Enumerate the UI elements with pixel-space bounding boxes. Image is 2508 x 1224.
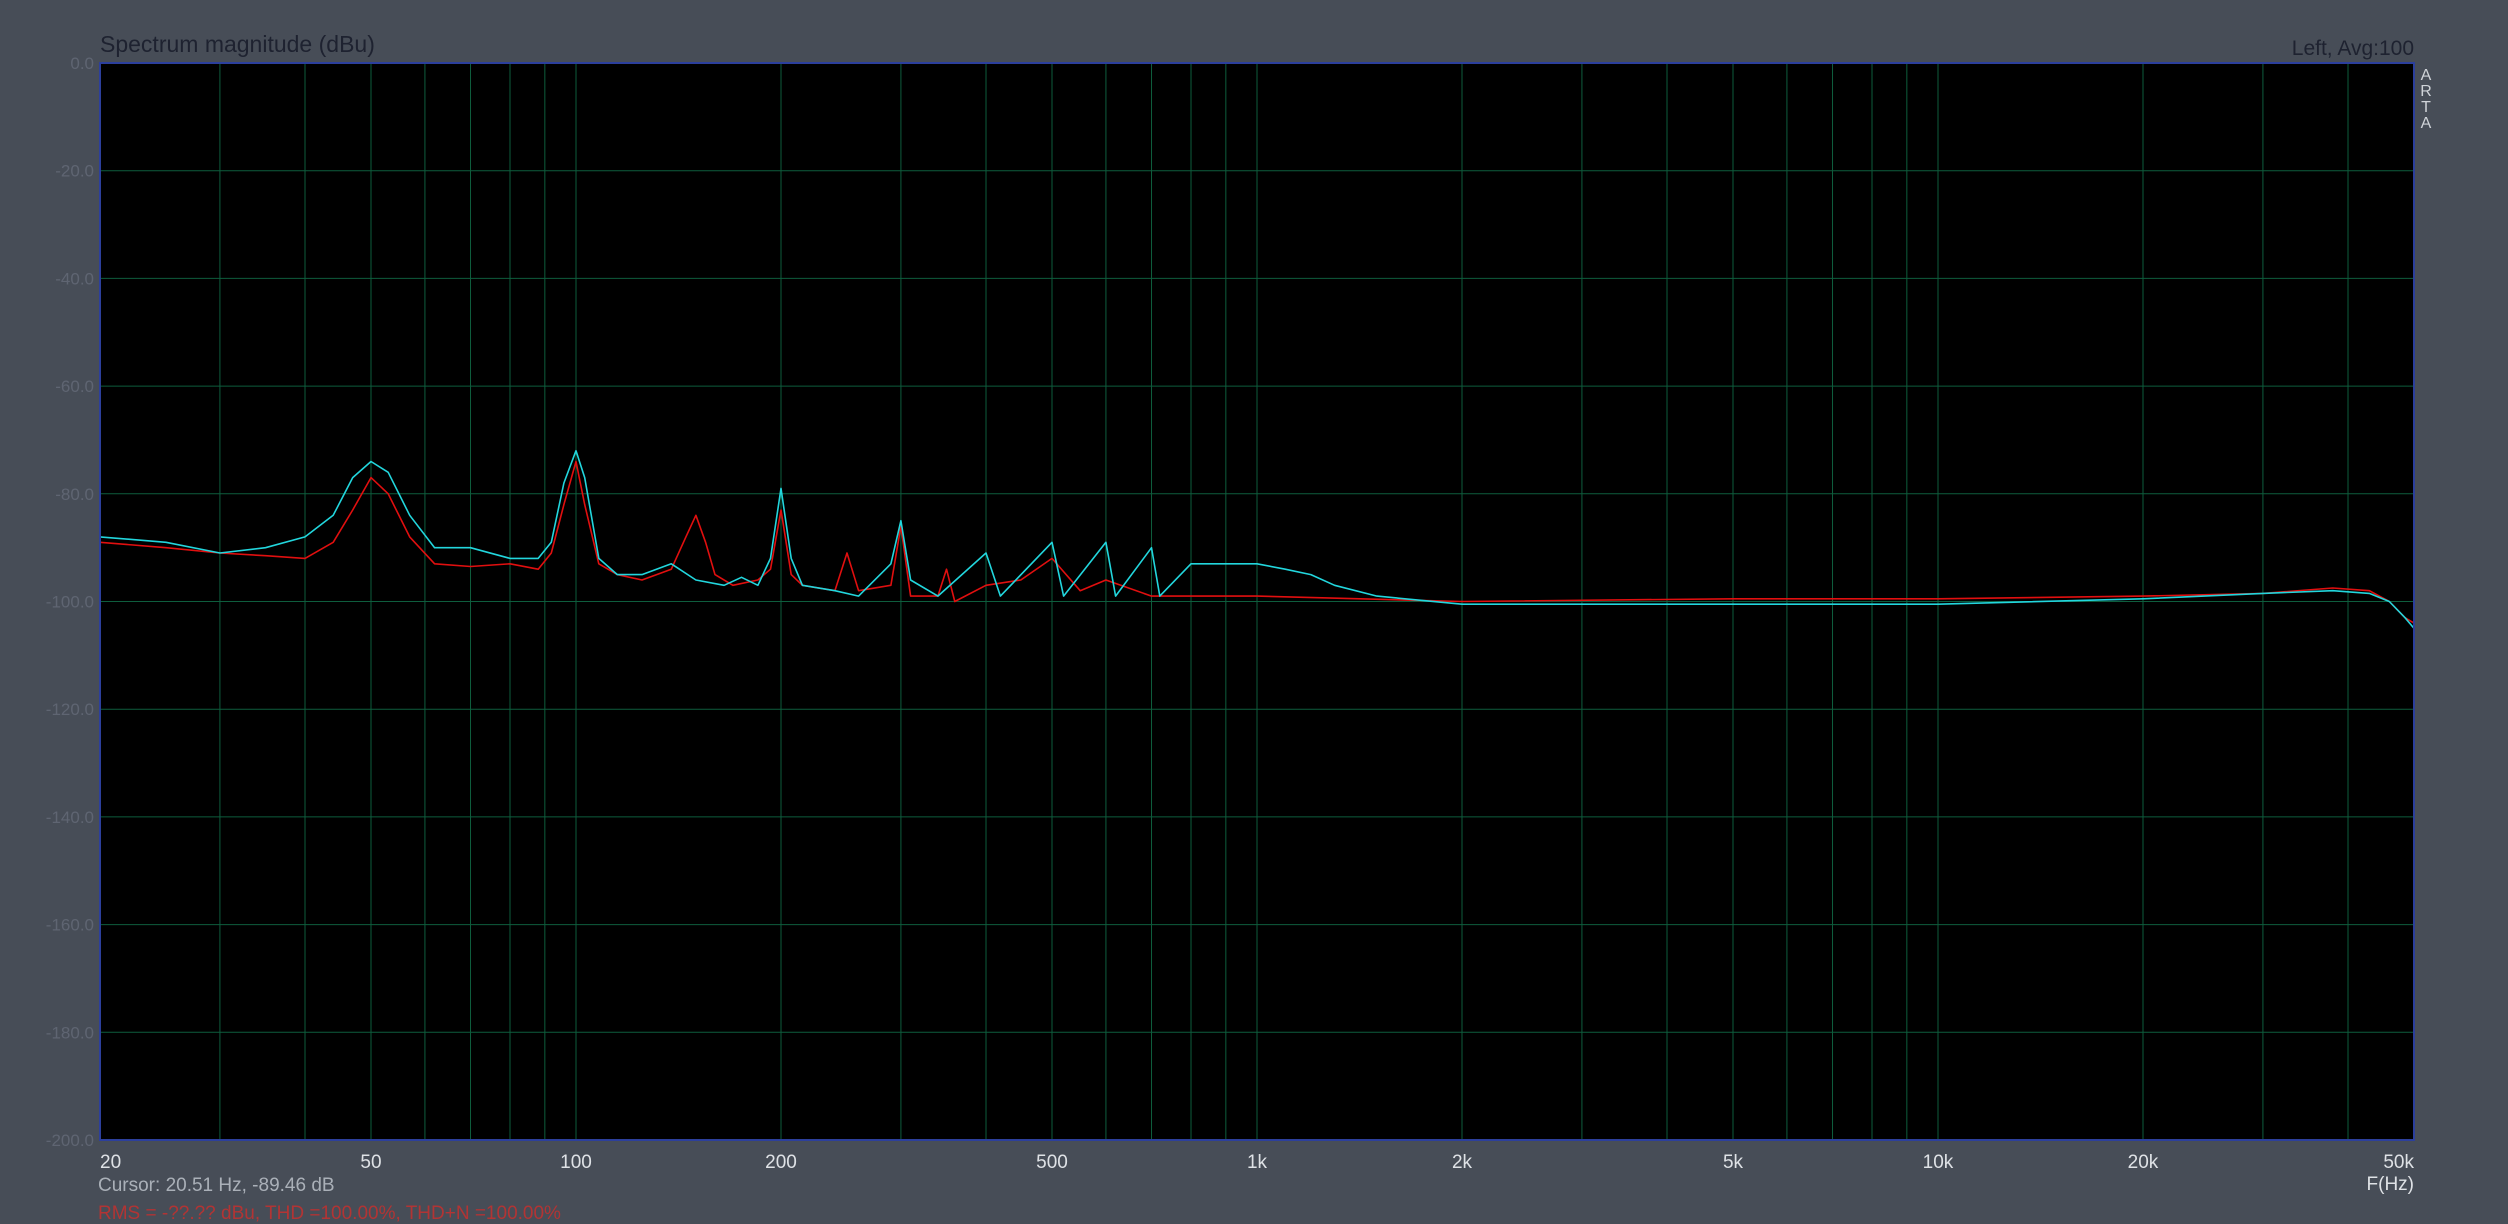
- x-tick-label: 50: [360, 1152, 381, 1173]
- side-label-letter: T: [2421, 99, 2431, 116]
- chart-title: Spectrum magnitude (dBu): [100, 31, 375, 57]
- side-label-letter: A: [2421, 115, 2432, 132]
- x-tick-label: 100: [560, 1152, 592, 1173]
- side-label-letter: A: [2421, 67, 2432, 84]
- x-tick-label: 10k: [1923, 1152, 1954, 1173]
- y-axis-ticks: 0.0 -20.0 -40.0 -60.0 -80.0 -100.0 -120.0 -140.…: [46, 54, 94, 1150]
- x-axis-ticks: 20 50 100 200 500 1k 2k 5k 10k 20k 50k: [100, 1152, 2414, 1173]
- y-tick-label: -200.0: [46, 1131, 94, 1150]
- x-tick-label: 20: [100, 1152, 121, 1173]
- y-tick-label: -20.0: [55, 162, 94, 181]
- x-tick-label: 2k: [1452, 1152, 1473, 1173]
- y-tick-label: -80.0: [55, 485, 94, 504]
- y-tick-label: -120.0: [46, 700, 94, 719]
- side-label-letter: R: [2420, 83, 2432, 100]
- channel-status: Left, Avg:100: [2292, 37, 2414, 60]
- side-label-arta: ARTA: [2420, 67, 2432, 132]
- cursor-readout: Cursor: 20.51 Hz, -89.46 dB: [98, 1175, 335, 1196]
- y-tick-label: -160.0: [46, 916, 94, 935]
- x-tick-label: 1k: [1247, 1152, 1268, 1173]
- x-axis-label: F(Hz): [2367, 1174, 2414, 1195]
- y-tick-label: -40.0: [55, 269, 94, 288]
- y-tick-label: 0.0: [70, 54, 94, 73]
- x-tick-label: 200: [765, 1152, 797, 1173]
- y-tick-label: -60.0: [55, 377, 94, 396]
- x-tick-label: 500: [1036, 1152, 1068, 1173]
- spectrum-chart: Spectrum magnitude (dBu) Left, Avg:100 0…: [46, 31, 2432, 1224]
- x-tick-label: 50k: [2383, 1152, 2414, 1173]
- x-tick-label: 5k: [1723, 1152, 1744, 1173]
- x-tick-label: 20k: [2128, 1152, 2159, 1173]
- y-tick-label: -140.0: [46, 808, 94, 827]
- y-tick-label: -180.0: [46, 1023, 94, 1042]
- rms-readout: RMS = -??.?? dBu, THD =100.00%, THD+N =1…: [98, 1203, 561, 1224]
- y-tick-label: -100.0: [46, 593, 94, 612]
